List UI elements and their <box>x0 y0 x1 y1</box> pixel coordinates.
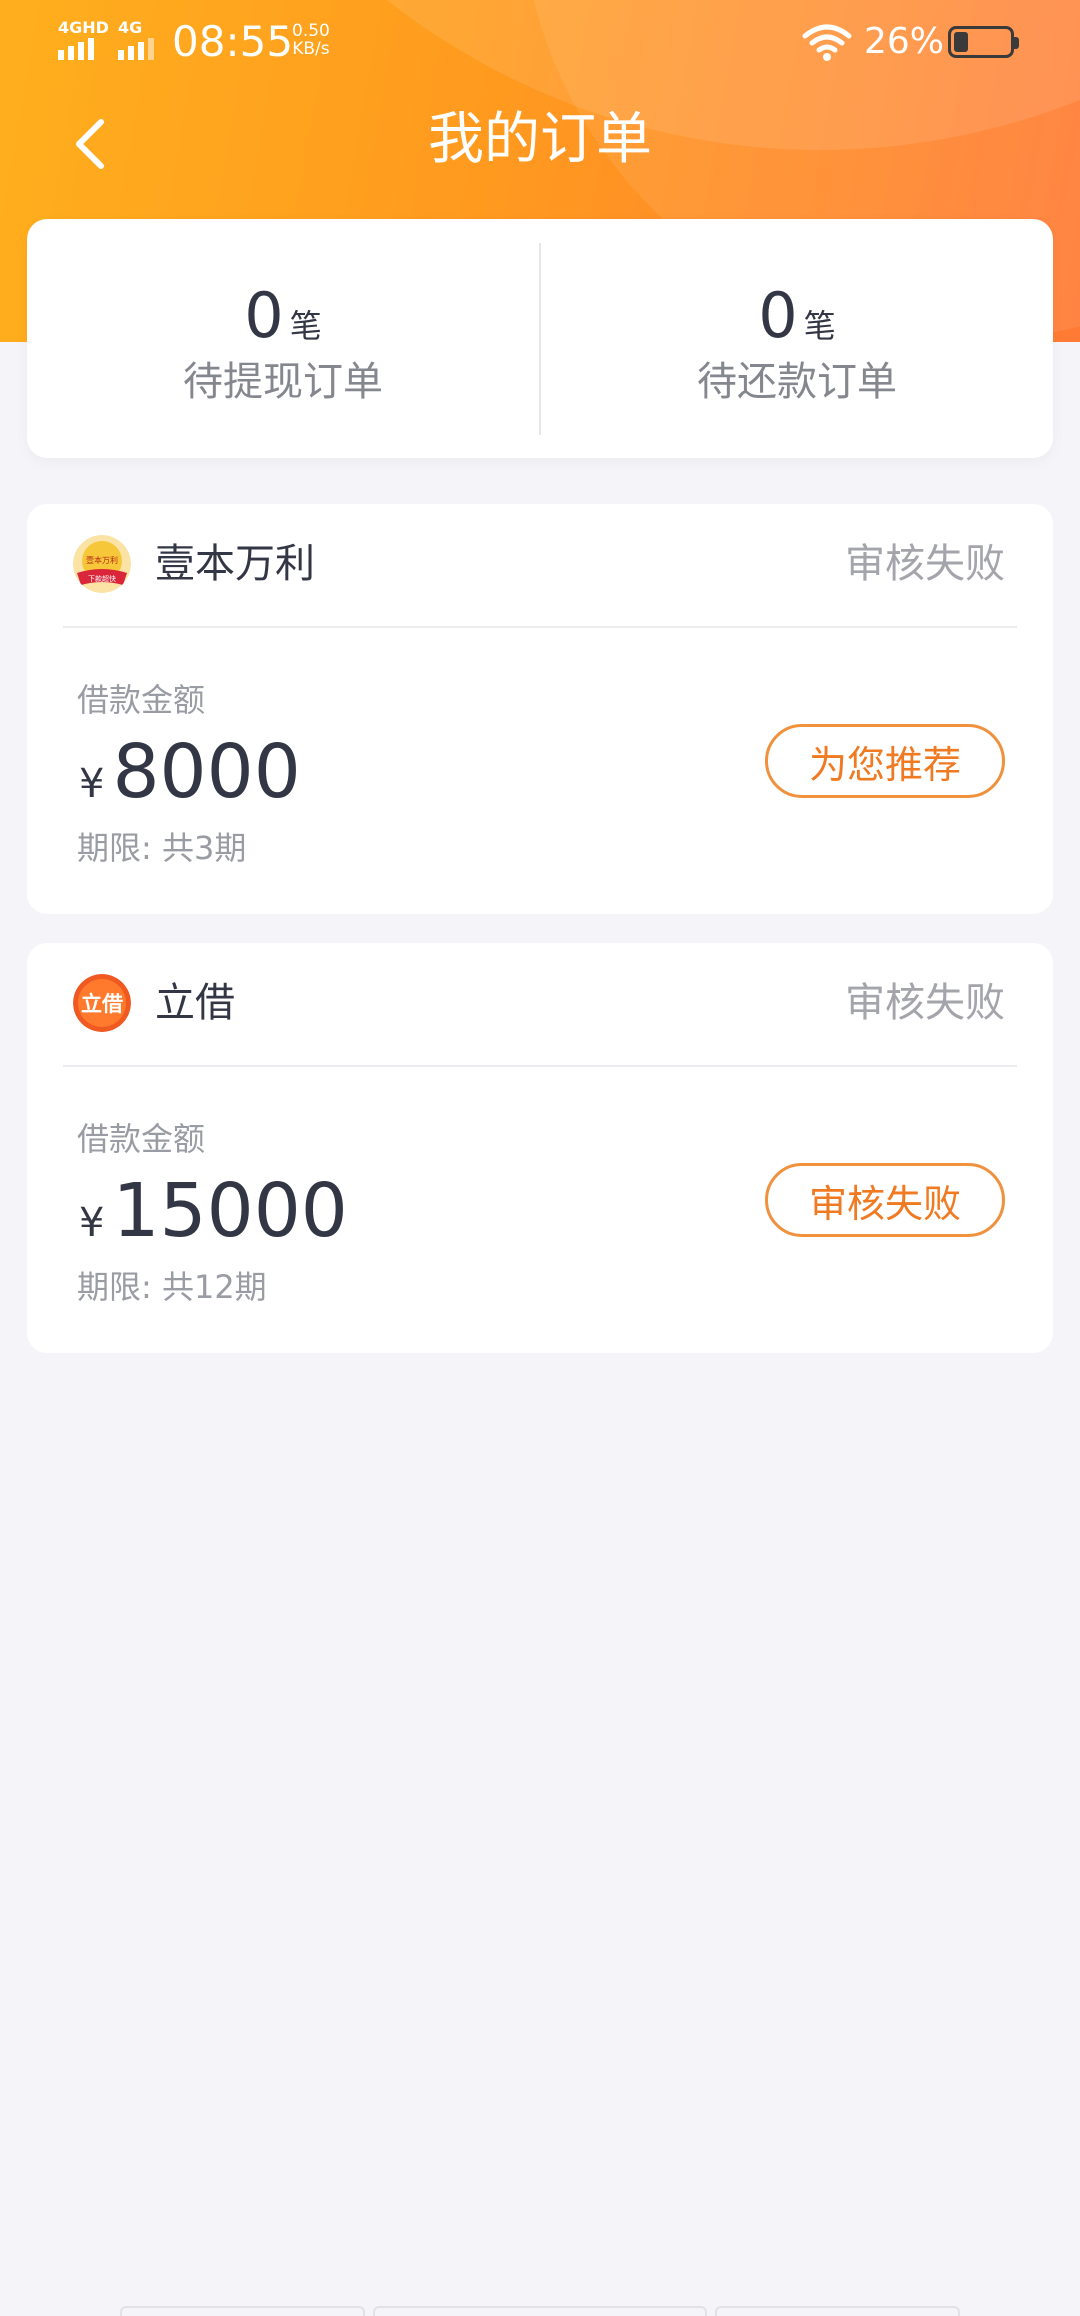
pending-withdrawal-summary[interactable]: 0 笔 待提现订单 <box>27 283 539 409</box>
order-summary-card: 0 笔 待提现订单 0 笔 待还款订单 <box>27 219 1053 458</box>
order-header: 立借 立借 审核失败 <box>27 943 1053 1063</box>
pending-withdrawal-label: 待提现订单 <box>183 359 383 405</box>
pending-repayment-summary[interactable]: 0 笔 待还款订单 <box>541 283 1053 409</box>
svg-text:立借: 立借 <box>81 992 123 1016</box>
order-status: 审核失败 <box>845 541 1005 587</box>
loan-term: 期限: 共3期 <box>77 829 247 867</box>
order-card[interactable]: 立借 立借 审核失败 借款金额 ¥ 15000 期限: 共12期 审核失败 <box>27 943 1053 1353</box>
network-speed: 0.50 KB/s <box>292 21 330 59</box>
loan-amount-label: 借款金额 <box>77 681 206 719</box>
merchant-name: 立借 <box>155 980 235 1026</box>
page-title: 我的订单 <box>428 107 652 172</box>
orders-page: 4GHD 4G 08:55 0.50 KB/s 26% 我的订单 0 笔 待提现… <box>0 0 1080 2316</box>
bottom-edge <box>120 2306 960 2316</box>
loan-amount-label: 借款金额 <box>77 1120 206 1158</box>
pending-withdrawal-count: 0 <box>244 279 284 352</box>
order-card[interactable]: 壹本万利 下款超快 壹本万利 审核失败 借款金额 ¥ 8000 期限: 共3期 … <box>27 504 1053 914</box>
merchant-logo-icon: 壹本万利 下款超快 <box>73 535 131 593</box>
merchant-logo-icon: 立借 <box>73 974 131 1032</box>
order-divider <box>63 1065 1017 1067</box>
order-divider <box>63 626 1017 628</box>
loan-amount: ¥ 8000 <box>79 729 301 815</box>
pending-repayment-count: 0 <box>758 279 798 352</box>
order-header: 壹本万利 下款超快 壹本万利 审核失败 <box>27 504 1053 624</box>
battery-icon <box>948 26 1019 58</box>
pending-repayment-label: 待还款订单 <box>697 359 897 405</box>
status-bar: 4GHD 4G 08:55 0.50 KB/s 26% <box>0 0 1080 86</box>
merchant-name: 壹本万利 <box>155 541 315 587</box>
review-failed-button[interactable]: 审核失败 <box>765 1163 1005 1237</box>
order-status: 审核失败 <box>845 980 1005 1026</box>
clock: 08:55 <box>172 17 294 66</box>
loan-term: 期限: 共12期 <box>77 1268 267 1306</box>
svg-text:下款超快: 下款超快 <box>88 574 116 583</box>
loan-amount: ¥ 15000 <box>79 1168 348 1254</box>
svg-text:壹本万利: 壹本万利 <box>86 555 118 565</box>
wifi-icon <box>802 24 852 61</box>
recommend-button[interactable]: 为您推荐 <box>765 724 1005 798</box>
battery-percent: 26% <box>864 21 945 62</box>
